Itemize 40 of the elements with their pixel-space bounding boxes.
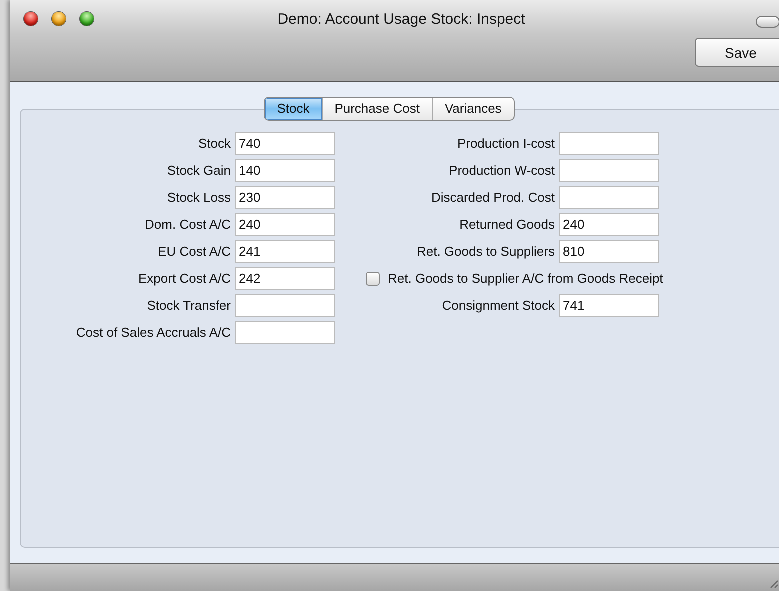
field-label: Stock Gain <box>166 163 231 178</box>
input-field[interactable] <box>559 159 659 182</box>
toolbar-toggle-icon[interactable] <box>756 16 779 28</box>
tab[interactable]: Variances <box>432 98 514 120</box>
input-field[interactable] <box>559 132 659 155</box>
field-label: Discarded Prod. Cost <box>430 190 555 205</box>
field-label: Stock Loss <box>166 190 231 205</box>
field-label: Stock <box>197 136 231 151</box>
input-field[interactable]: 242 <box>235 267 335 290</box>
input-field[interactable]: 240 <box>559 213 659 236</box>
input-field[interactable]: 810 <box>559 240 659 263</box>
input-field[interactable]: 140 <box>235 159 335 182</box>
resize-grip-icon[interactable] <box>769 579 779 589</box>
input-field[interactable] <box>235 294 335 317</box>
input-field[interactable]: 230 <box>235 186 335 209</box>
field-label: Cost of Sales Accruals A/C <box>75 325 231 340</box>
checkbox-label: Ret. Goods to Supplier A/C from Goods Receipt <box>388 271 664 286</box>
tab[interactable]: Stock <box>265 98 323 120</box>
field-label: Ret. Goods to Suppliers <box>416 244 555 259</box>
input-field[interactable] <box>559 186 659 209</box>
field-label: Consignment Stock <box>441 298 555 313</box>
field-label: Production W-cost <box>448 163 555 178</box>
field-label: Production I-cost <box>456 136 555 151</box>
input-field[interactable]: 240 <box>235 213 335 236</box>
window-title: Demo: Account Usage Stock: Inspect <box>278 10 526 28</box>
tab[interactable]: Purchase Cost <box>322 98 433 120</box>
field-label: EU Cost A/C <box>157 244 231 259</box>
field-label: Dom. Cost A/C <box>144 217 231 232</box>
checkbox[interactable] <box>366 272 380 286</box>
input-field[interactable]: 241 <box>235 240 335 263</box>
minimize-icon[interactable] <box>52 12 66 26</box>
input-field[interactable] <box>235 321 335 344</box>
field-label: Returned Goods <box>458 217 555 232</box>
zoom-icon[interactable] <box>80 12 94 26</box>
close-icon[interactable] <box>24 12 38 26</box>
input-field[interactable]: 741 <box>559 294 659 317</box>
input-field[interactable]: 740 <box>235 132 335 155</box>
field-label: Stock Transfer <box>146 298 231 313</box>
save-button[interactable]: Save <box>695 38 779 67</box>
field-label: Export Cost A/C <box>138 271 231 286</box>
